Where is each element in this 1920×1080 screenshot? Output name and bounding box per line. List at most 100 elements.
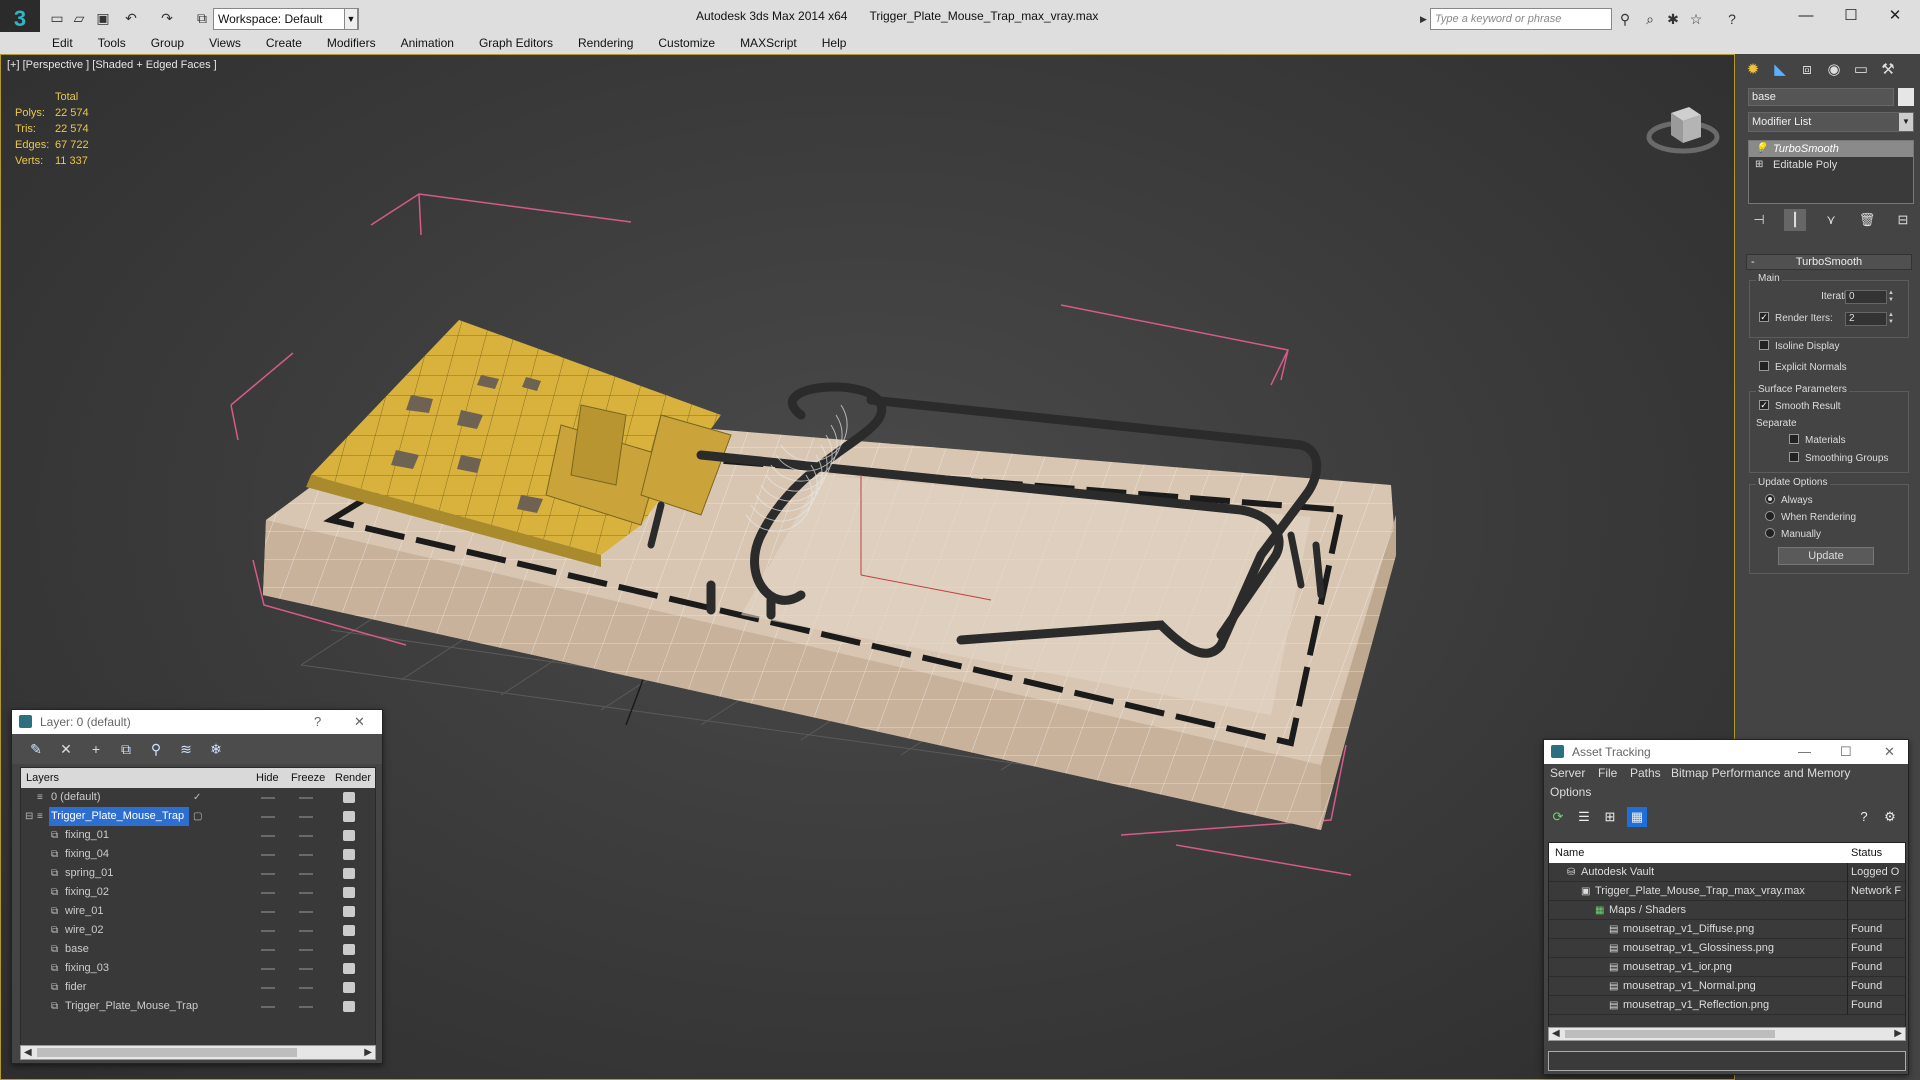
col-hide[interactable]: Hide <box>256 768 279 788</box>
create-tab-icon[interactable]: ✹ <box>1740 58 1766 82</box>
scroll-right-icon[interactable]: ▶ <box>364 1046 372 1059</box>
utilities-tab-icon[interactable]: ⚒ <box>1875 58 1901 82</box>
close-icon[interactable]: ✕ <box>1884 740 1895 764</box>
freeze-toggle[interactable] <box>299 987 313 989</box>
layer-name[interactable]: base <box>63 940 89 959</box>
freeze-all-layers-icon[interactable]: ❄ <box>206 739 226 759</box>
layer-row[interactable]: ⧉ fixing_02 <box>21 883 375 902</box>
render-teapot-icon[interactable] <box>343 982 355 993</box>
communication-icon[interactable]: ✱ <box>1663 9 1683 29</box>
help-icon[interactable]: ? <box>1854 807 1874 827</box>
object-name-field[interactable]: base <box>1748 88 1894 106</box>
render-teapot-icon[interactable] <box>343 811 355 822</box>
layer-row[interactable]: ⊟ ≡ Trigger_Plate_Mouse_Trap ▢ <box>21 807 375 826</box>
layer-row[interactable]: ⧉ fider <box>21 978 375 997</box>
menu-graph-editors[interactable]: Graph Editors <box>479 32 553 54</box>
menu-views[interactable]: Views <box>209 32 241 54</box>
motion-tab-icon[interactable]: ◉ <box>1821 58 1847 82</box>
hide-toggle[interactable] <box>261 968 275 970</box>
always-radio[interactable]: Always <box>1765 494 1813 508</box>
search-expand-icon[interactable]: ▶ <box>1420 8 1430 30</box>
render-teapot-icon[interactable] <box>343 868 355 879</box>
list-view-icon[interactable]: ☰ <box>1574 807 1594 827</box>
tree-view-icon[interactable]: ⊞ <box>1600 807 1620 827</box>
layer-row[interactable]: ⧉ fixing_04 <box>21 845 375 864</box>
set-current-layer-icon[interactable]: ▢ <box>193 807 202 826</box>
layer-name[interactable]: spring_01 <box>63 864 113 883</box>
workspace-dropdown[interactable]: Workspace: Default ▼ <box>213 8 359 30</box>
asset-row[interactable]: ⛁ Autodesk Vault Logged O <box>1549 863 1905 882</box>
table-view-icon[interactable]: ▦ <box>1627 807 1647 827</box>
menu-create[interactable]: Create <box>266 32 302 54</box>
workspace-menu-button[interactable]: ▼ <box>344 8 358 30</box>
menu-modifiers[interactable]: Modifiers <box>327 32 376 54</box>
materials-checkbox[interactable]: Materials <box>1789 434 1846 448</box>
close-button[interactable]: ✕ <box>1880 4 1910 28</box>
asset-row[interactable]: ▦ Maps / Shaders <box>1549 901 1905 920</box>
menu-server[interactable]: Server <box>1550 766 1585 780</box>
smoothing-groups-checkbox[interactable]: Smoothing Groups <box>1789 452 1888 466</box>
delete-layer-icon[interactable]: ✕ <box>56 739 76 759</box>
current-layer-check-icon[interactable]: ✓ <box>193 788 201 807</box>
render-teapot-icon[interactable] <box>343 849 355 860</box>
show-end-result-icon[interactable]: ┃ <box>1784 209 1806 231</box>
render-teapot-icon[interactable] <box>343 944 355 955</box>
pin-stack-icon[interactable]: ⊣ <box>1748 209 1770 231</box>
display-tab-icon[interactable]: ▭ <box>1848 58 1874 82</box>
scroll-thumb[interactable] <box>1565 1030 1775 1038</box>
freeze-toggle[interactable] <box>299 1006 313 1008</box>
asset-row[interactable]: ▤ mousetrap_v1_Normal.png Found <box>1549 977 1905 996</box>
asset-row[interactable]: ▣ Trigger_Plate_Mouse_Trap_max_vray.max Ne… <box>1549 882 1905 901</box>
freeze-toggle[interactable] <box>299 892 313 894</box>
scroll-left-icon[interactable]: ◀ <box>24 1046 32 1059</box>
menu-options[interactable]: Options <box>1550 785 1591 799</box>
smooth-result-checkbox[interactable]: ✓ Smooth Result <box>1759 400 1841 414</box>
stack-item-turbosmooth[interactable]: 💡 TurboSmooth <box>1749 141 1913 157</box>
layer-name[interactable]: fixing_01 <box>63 826 109 845</box>
render-teapot-icon[interactable] <box>343 792 355 803</box>
col-render[interactable]: Render <box>335 768 371 788</box>
freeze-toggle[interactable] <box>299 835 313 837</box>
freeze-toggle[interactable] <box>299 968 313 970</box>
layer-name[interactable]: 0 (default) <box>49 788 101 807</box>
layer-name[interactable]: fixing_04 <box>63 845 109 864</box>
hide-toggle[interactable] <box>261 816 275 818</box>
hide-toggle[interactable] <box>261 873 275 875</box>
refresh-icon[interactable]: ⟳ <box>1548 807 1568 827</box>
menu-maxscript[interactable]: MAXScript <box>740 32 797 54</box>
add-to-layer-icon[interactable]: + <box>86 739 106 759</box>
layer-window-titlebar[interactable]: Layer: 0 (default) ? ✕ <box>12 710 382 734</box>
maximize-icon[interactable]: ☐ <box>1840 740 1852 764</box>
minimize-icon[interactable]: — <box>1798 740 1811 764</box>
when-rendering-radio[interactable]: When Rendering <box>1765 511 1856 525</box>
hide-toggle[interactable] <box>261 854 275 856</box>
select-in-layer-icon[interactable]: ⧉ <box>116 739 136 759</box>
close-icon[interactable]: ✕ <box>354 710 365 734</box>
menu-tools[interactable]: Tools <box>98 32 126 54</box>
freeze-toggle[interactable] <box>299 797 313 799</box>
menu-help[interactable]: Help <box>822 32 847 54</box>
create-layer-icon[interactable]: ✎ <box>26 739 46 759</box>
col-name[interactable]: Name <box>1555 843 1584 863</box>
freeze-toggle[interactable] <box>299 873 313 875</box>
layer-row[interactable]: ⧉ fixing_01 <box>21 826 375 845</box>
hide-toggle[interactable] <box>261 930 275 932</box>
layer-row[interactable]: ⧉ wire_01 <box>21 902 375 921</box>
scroll-thumb[interactable] <box>37 1048 297 1057</box>
freeze-toggle[interactable] <box>299 930 313 932</box>
col-status[interactable]: Status <box>1851 843 1882 863</box>
manually-radio[interactable]: Manually <box>1765 528 1821 542</box>
layer-name[interactable]: Trigger_Plate_Mouse_Trap <box>49 807 189 826</box>
new-file-icon[interactable]: ▭ <box>48 9 66 27</box>
scroll-right-icon[interactable]: ▶ <box>1894 1028 1902 1040</box>
settings-icon[interactable]: ⚙ <box>1880 807 1900 827</box>
update-button[interactable]: Update <box>1778 547 1874 565</box>
asset-row[interactable]: ▤ mousetrap_v1_Glossiness.png Found <box>1549 939 1905 958</box>
viewcube-icon[interactable] <box>1643 85 1723 165</box>
hide-toggle[interactable] <box>261 911 275 913</box>
expand-plus-icon[interactable]: ⊞ <box>1755 157 1763 173</box>
asset-horizontal-scrollbar[interactable]: ◀ ▶ <box>1548 1027 1906 1041</box>
freeze-toggle[interactable] <box>299 911 313 913</box>
iterations-spinner[interactable]: 0 <box>1845 290 1887 304</box>
open-file-icon[interactable]: ▱ <box>70 9 88 27</box>
